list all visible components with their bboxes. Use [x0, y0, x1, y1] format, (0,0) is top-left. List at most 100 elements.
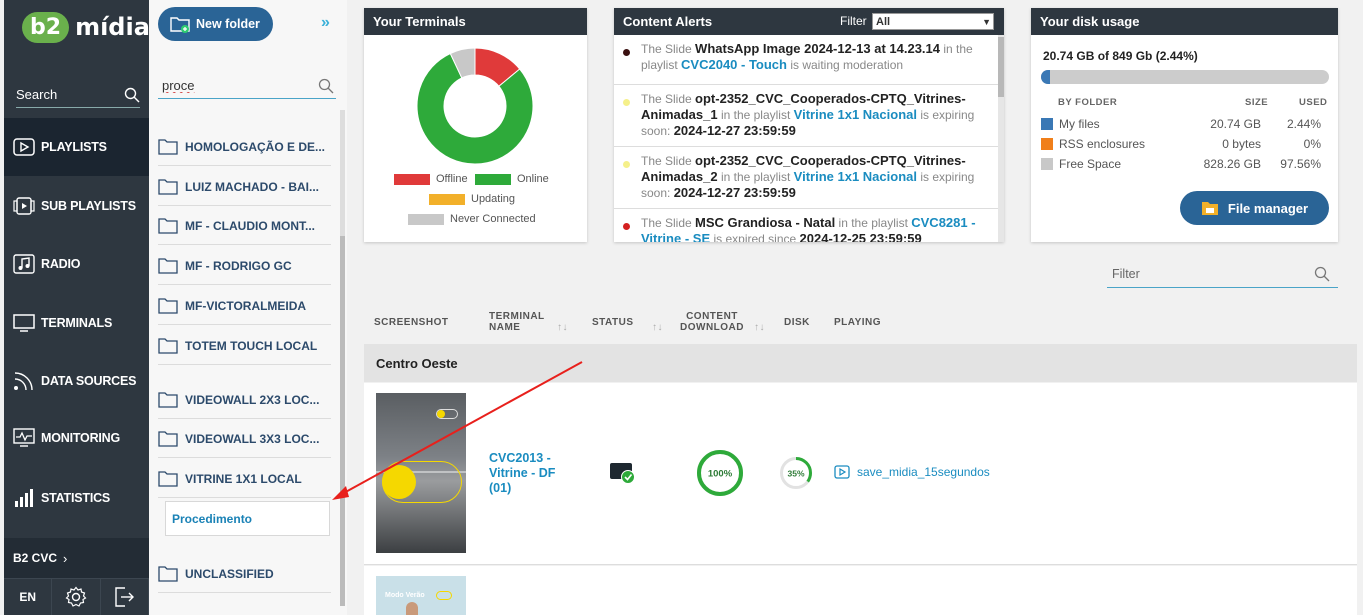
folder-item[interactable]: MF - CLAUDIO MONT...: [158, 207, 331, 245]
collapse-panel-icon[interactable]: »: [321, 14, 330, 32]
folder-item[interactable]: VIDEOWALL 3X3 LOC...: [158, 420, 331, 458]
search-icon[interactable]: [318, 78, 334, 94]
table-row[interactable]: CVC2013 - Vitrine - DF (01) 100% 35% sav…: [364, 383, 1357, 565]
chevron-right-icon: ›: [63, 550, 68, 566]
alert-slide-name: MSC Grandiosa - Natal: [695, 215, 836, 230]
subfolder-procedimento[interactable]: Procedimento: [165, 501, 330, 536]
sort-icon[interactable]: ↑↓: [652, 322, 663, 333]
sort-icon[interactable]: ↑↓: [754, 322, 765, 333]
legend-offline-label: Offline: [436, 173, 468, 185]
folder-label: LUIZ MACHADO - BAI...: [185, 179, 319, 194]
table-row[interactable]: Modo Verão: [364, 566, 1357, 615]
folder-label: VITRINE 1X1 LOCAL: [185, 471, 302, 486]
alert-item[interactable]: The Slide MSC Grandiosa - Natal in the p…: [614, 209, 998, 242]
alert-playlist-link[interactable]: Vitrine 1x1 Nacional: [794, 107, 917, 122]
nav-bottom-bar: EN: [4, 578, 149, 615]
left-navigation: b2 mídia Search PLAYLISTS SUB PLAYLISTS …: [4, 0, 150, 615]
nav-item-data-sources[interactable]: DATA SOURCES: [4, 352, 149, 410]
folder-item[interactable]: TOTEM TOUCH LOCAL: [158, 327, 331, 365]
main-content: Your Terminals Offline Online Updating N…: [347, 0, 1357, 615]
folder-icon: [158, 179, 178, 195]
folder-unclassified[interactable]: UNCLASSIFIED: [158, 555, 331, 593]
col-screenshot: SCREENSHOT: [374, 317, 449, 328]
nav-item-playlists[interactable]: PLAYLISTS: [4, 118, 149, 176]
alert-text: in the playlist: [720, 170, 791, 184]
language-button[interactable]: EN: [4, 579, 53, 615]
folder-item[interactable]: VIDEOWALL 2X3 LOC...: [158, 381, 331, 419]
folder-label: UNCLASSIFIED: [185, 566, 274, 581]
sort-icon[interactable]: ↑↓: [557, 322, 568, 333]
col-content-download[interactable]: CONTENT DOWNLOAD: [680, 311, 744, 333]
disk-row-name: RSS enclosures: [1059, 137, 1146, 151]
alert-date: 2024-12-27 23:59:59: [673, 185, 796, 200]
nav-item-label: RADIO: [41, 257, 81, 271]
logout-button[interactable]: [101, 579, 149, 615]
b2midia-logo[interactable]: b2 mídia: [22, 8, 150, 46]
music-note-icon: [12, 253, 36, 275]
alert-item[interactable]: The Slide WhatsApp Image 2024-12-13 at 1…: [614, 35, 998, 85]
nav-item-radio[interactable]: RADIO: [4, 235, 149, 293]
folder-label: MF - CLAUDIO MONT...: [185, 218, 315, 233]
disk-row-size: 20.74 GB: [1210, 117, 1261, 131]
folder-item[interactable]: MF - RODRIGO GC: [158, 247, 331, 285]
disk-header-used: USED: [1299, 97, 1328, 108]
alert-date: 2024-12-27 23:59:59: [673, 123, 796, 138]
nav-item-statistics[interactable]: STATISTICS: [4, 469, 149, 527]
folder-item[interactable]: HOMOLOGAÇÃO E DE...: [158, 128, 331, 166]
terminals-filter-placeholder: Filter: [1112, 267, 1140, 281]
folder-search-input[interactable]: [162, 78, 302, 93]
nav-item-terminals[interactable]: TERMINALS: [4, 294, 149, 352]
folder-search[interactable]: [158, 73, 336, 99]
nav-search[interactable]: Search: [16, 82, 140, 108]
folder-item[interactable]: LUIZ MACHADO - BAI...: [158, 168, 331, 206]
col-terminal-name[interactable]: TERMINAL NAME: [489, 311, 545, 333]
search-icon[interactable]: [124, 87, 140, 103]
terminal-screenshot[interactable]: Modo Verão: [376, 576, 466, 615]
terminals-filter[interactable]: Filter: [1107, 261, 1338, 288]
disk-usage-title: Your disk usage: [1031, 8, 1338, 35]
alert-text: is waiting moderation: [790, 58, 904, 72]
nav-item-monitoring[interactable]: MONITORING: [4, 409, 149, 467]
alerts-filter-select[interactable]: All ▼: [872, 13, 994, 30]
disk-row: RSS enclosures 0 bytes 0%: [1041, 134, 1331, 154]
nav-item-label: MONITORING: [41, 431, 121, 445]
folder-item[interactable]: VITRINE 1X1 LOCAL: [158, 460, 331, 498]
terminal-name-link[interactable]: CVC2013 - Vitrine - DF (01): [489, 451, 569, 496]
nav-item-label: STATISTICS: [41, 491, 111, 505]
search-icon[interactable]: [1314, 266, 1330, 282]
folder-icon: [158, 298, 178, 314]
folder-scrollbar-thumb[interactable]: [340, 236, 345, 606]
terminal-screenshot[interactable]: [376, 393, 466, 553]
account-switcher[interactable]: B2 CVC ›: [4, 538, 149, 578]
alert-item[interactable]: The Slide opt-2352_CVC_Cooperados-CPTQ_V…: [614, 147, 998, 209]
folder-icon: [1201, 202, 1218, 215]
nav-search-label: Search: [16, 87, 58, 102]
content-alerts-widget: Content Alerts Filter All ▼ The Slide Wh…: [614, 8, 1004, 242]
settings-button[interactable]: [52, 579, 101, 615]
col-disk[interactable]: DISK: [784, 317, 810, 328]
alerts-scrollbar-track[interactable]: [998, 35, 1004, 242]
alerts-filter-value: All: [876, 15, 891, 28]
playing-playlist-link[interactable]: save_midia_15segundos: [834, 465, 990, 479]
group-row[interactable]: Centro Oeste: [364, 344, 1357, 382]
disk-row: My files 20.74 GB 2.44%: [1041, 114, 1331, 134]
legend-never-connected: Never Connected: [408, 213, 536, 225]
disk-header-folder: BY FOLDER: [1058, 97, 1118, 108]
alert-playlist-link[interactable]: CVC2040 - Touch: [681, 57, 787, 72]
col-content-line2: DOWNLOAD: [680, 322, 744, 333]
file-manager-button[interactable]: File manager: [1180, 191, 1329, 225]
folder-item[interactable]: MF-VICTORALMEIDA: [158, 287, 331, 325]
disk-usage-bar: [1041, 70, 1329, 84]
new-folder-button[interactable]: New folder: [158, 7, 273, 41]
nav-item-sub-playlists[interactable]: SUB PLAYLISTS: [4, 177, 149, 235]
status-online-icon: [609, 462, 637, 491]
content-download-gauge: 100%: [697, 450, 743, 496]
disk-header-size: SIZE: [1245, 97, 1269, 108]
alerts-scrollbar-thumb[interactable]: [998, 37, 1004, 97]
alert-status-dot: [623, 49, 630, 56]
content-alerts-header: Content Alerts Filter All ▼: [614, 8, 1004, 35]
folder-label: TOTEM TOUCH LOCAL: [185, 338, 318, 353]
alert-item[interactable]: The Slide opt-2352_CVC_Cooperados-CPTQ_V…: [614, 85, 998, 147]
alert-playlist-link[interactable]: Vitrine 1x1 Nacional: [794, 169, 917, 184]
col-status[interactable]: STATUS: [592, 317, 634, 328]
